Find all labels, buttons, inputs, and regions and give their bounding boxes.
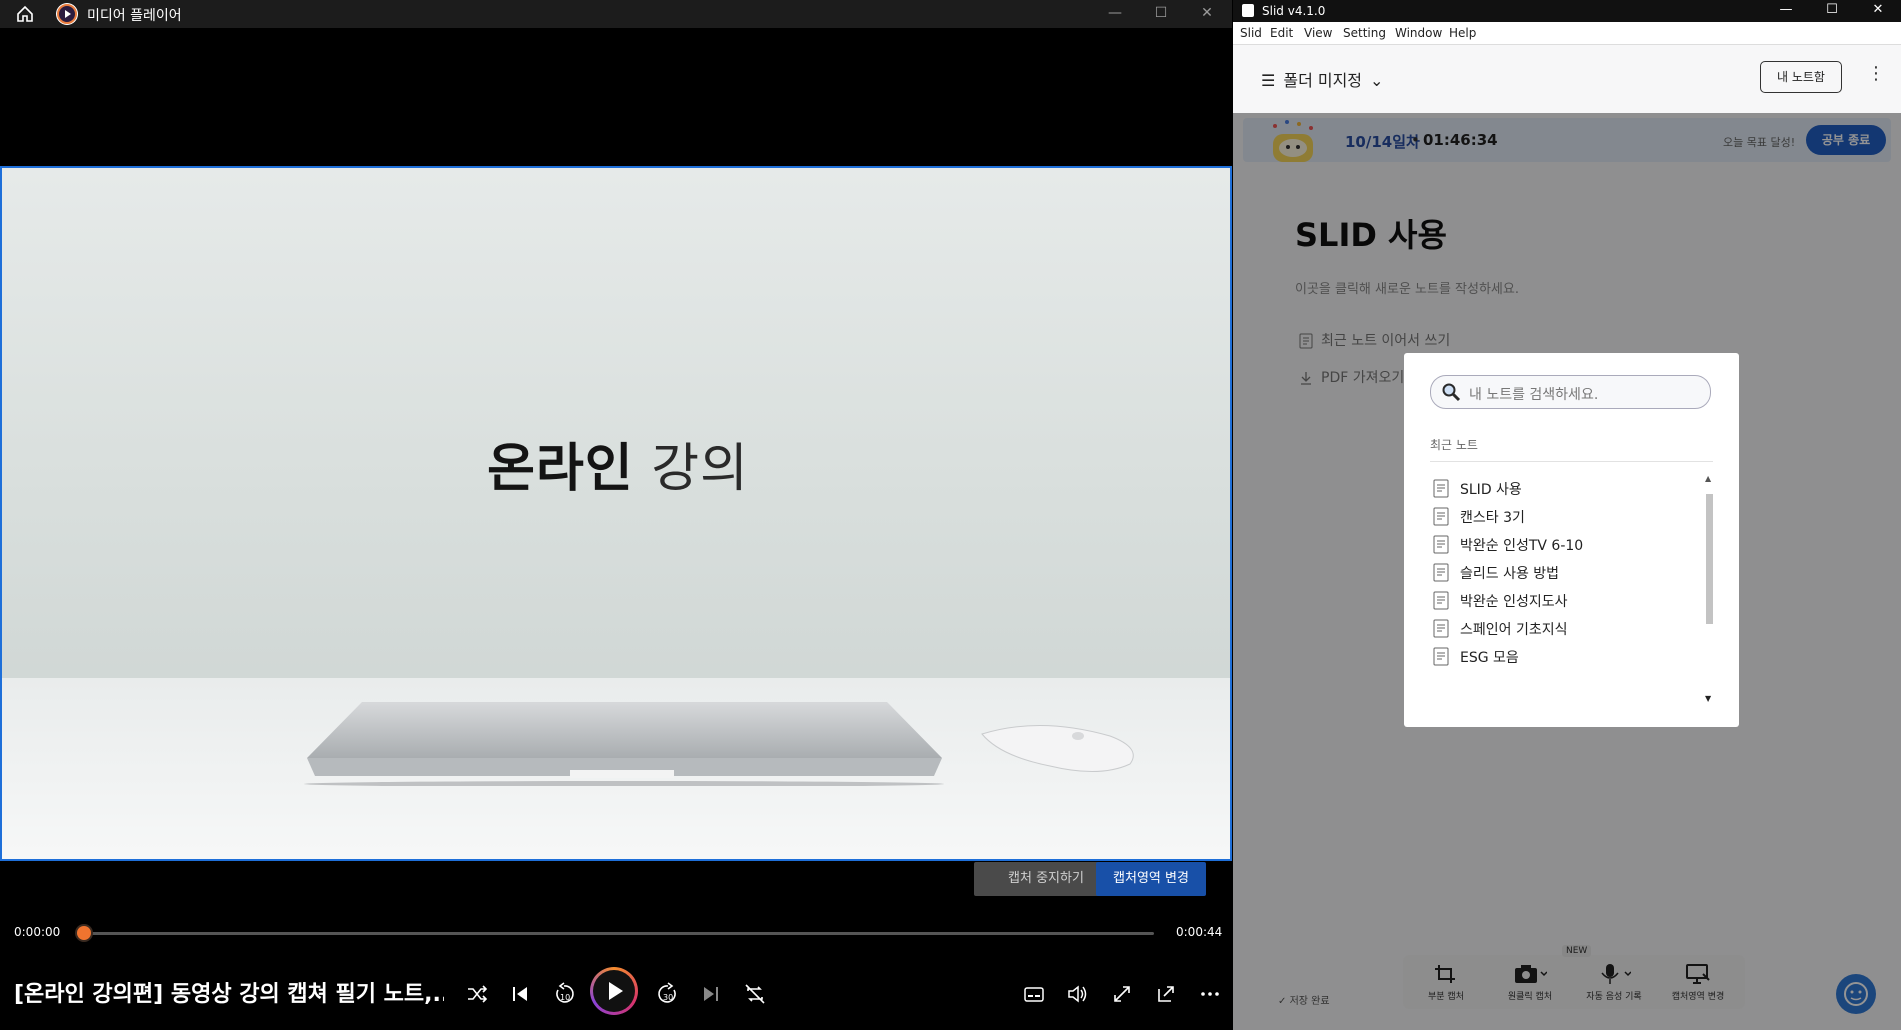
minimize-button[interactable]: — [1092, 0, 1138, 28]
more-options-icon[interactable] [1196, 980, 1224, 1008]
next-icon[interactable] [697, 980, 725, 1008]
repeat-off-icon[interactable] [741, 980, 769, 1008]
play-icon [609, 982, 623, 1000]
list-item-label: 박완순 인성지도사 [1460, 594, 1568, 610]
media-title: [온라인 강의편] 동영상 강의 캡쳐 필기 노트,... [14, 982, 444, 1007]
list-item-label: 슬리드 사용 방법 [1460, 566, 1560, 582]
slid-window: Slid v4.1.0 — ☐ ✕ Slid Edit View Setting… [1233, 0, 1901, 1030]
svg-text:30: 30 [663, 993, 673, 1002]
capture-area-change-button[interactable]: 캡처영역 변경 [1096, 862, 1206, 896]
chevron-down-icon: ⌄ [1370, 71, 1384, 90]
volume-icon[interactable] [1064, 980, 1092, 1008]
media-player-window: 미디어 플레이어 — ☐ ✕ 온라인 강의 캡처 중지하기 캡처영역 변경 0:… [0, 0, 1232, 1030]
scroll-down-icon[interactable]: ▼ [1705, 694, 1711, 703]
home-icon[interactable] [14, 3, 36, 25]
menu-edit[interactable]: Edit [1270, 26, 1293, 40]
slid-app-icon [1242, 4, 1254, 17]
laptop-image [304, 702, 944, 786]
list-item[interactable]: 스페인어 기초지식 [1430, 614, 1700, 642]
search-placeholder: 내 노트를 검색하세요. [1469, 387, 1599, 403]
list-item-label: 박완순 인성TV 6-10 [1460, 538, 1584, 554]
media-player-logo-icon [56, 3, 78, 25]
video-frame[interactable]: 온라인 강의 [0, 166, 1232, 861]
note-icon [1433, 647, 1449, 666]
list-item[interactable]: SLID 사용 [1430, 474, 1700, 502]
note-icon [1433, 507, 1449, 526]
note-icon [1433, 619, 1449, 638]
menu-window[interactable]: Window [1395, 26, 1442, 40]
previous-icon[interactable] [506, 980, 534, 1008]
play-button[interactable] [590, 967, 638, 1015]
close-button[interactable]: ✕ [1184, 0, 1230, 28]
seek-thumb[interactable] [77, 926, 91, 940]
menu-slid[interactable]: Slid [1240, 26, 1262, 40]
folder-selector[interactable]: ☰ 폴더 미지정 ⌄ [1261, 67, 1383, 91]
menu-help[interactable]: Help [1449, 26, 1476, 40]
list-item-label: 캔스타 3기 [1460, 510, 1525, 526]
menu-setting[interactable]: Setting [1343, 26, 1386, 40]
video-headline-bold: 온라인 [487, 439, 634, 499]
slid-window-title: Slid v4.1.0 [1262, 4, 1326, 18]
slid-minimize-button[interactable]: — [1763, 0, 1809, 22]
player-window-title: 미디어 플레이어 [87, 8, 182, 24]
note-icon [1433, 479, 1449, 498]
video-headline: 온라인 강의 [2, 426, 1230, 501]
subtitles-icon[interactable] [1020, 980, 1048, 1008]
slid-titlebar: Slid v4.1.0 — ☐ ✕ [1233, 0, 1901, 22]
list-item[interactable]: 캔스타 3기 [1430, 502, 1700, 530]
slid-header: ☰ 폴더 미지정 ⌄ 내 노트함 ⋮ [1233, 45, 1901, 113]
mouse-image [981, 725, 1134, 772]
kebab-menu-icon[interactable]: ⋮ [1867, 63, 1885, 84]
recent-notes-list: SLID 사용 캔스타 3기 박완순 인성TV 6-10 슬리드 사용 방법 박… [1430, 474, 1700, 706]
note-icon [1433, 535, 1449, 554]
list-item-label: ESG 모음 [1460, 650, 1519, 666]
recent-notes-divider [1430, 461, 1713, 462]
total-time: 0:00:44 [1176, 925, 1223, 939]
list-icon: ☰ [1261, 71, 1276, 90]
list-item[interactable]: 박완순 인성지도사 [1430, 586, 1700, 614]
scroll-up-icon[interactable]: ▲ [1705, 474, 1711, 483]
list-item-label: 스페인어 기초지식 [1460, 622, 1568, 638]
list-item[interactable]: ESG 모음 [1430, 642, 1700, 670]
note-icon [1433, 563, 1449, 582]
list-item[interactable]: 슬리드 사용 방법 [1430, 558, 1700, 586]
slid-maximize-button[interactable]: ☐ [1809, 0, 1855, 22]
forward-30-icon[interactable]: 30 [654, 980, 682, 1008]
my-notes-button[interactable]: 내 노트함 [1760, 61, 1842, 93]
play-button-inner [593, 970, 635, 1012]
rewind-10-icon[interactable]: 10 [550, 980, 578, 1008]
slid-close-button[interactable]: ✕ [1855, 0, 1901, 22]
list-item[interactable]: 박완순 인성TV 6-10 [1430, 530, 1700, 558]
slid-menubar: Slid Edit View Setting Window Help [1233, 22, 1901, 45]
scrollbar-thumb[interactable] [1706, 494, 1713, 624]
menu-view[interactable]: View [1304, 26, 1332, 40]
fullscreen-icon[interactable] [1108, 980, 1136, 1008]
shuffle-icon[interactable] [463, 980, 491, 1008]
mini-player-icon[interactable] [1152, 980, 1180, 1008]
player-titlebar: 미디어 플레이어 — ☐ ✕ [0, 0, 1232, 28]
svg-text:10: 10 [560, 993, 570, 1002]
note-search-modal: 내 노트를 검색하세요. 최근 노트 SLID 사용 캔스타 3기 박완순 인성… [1404, 353, 1739, 727]
seek-bar[interactable] [84, 932, 1154, 935]
video-headline-light: 강의 [651, 439, 749, 499]
list-item-label: SLID 사용 [1460, 482, 1522, 498]
search-icon [1442, 383, 1461, 402]
note-icon [1433, 591, 1449, 610]
folder-name: 폴더 미지정 [1283, 71, 1363, 90]
note-search-field[interactable]: 내 노트를 검색하세요. [1430, 375, 1711, 409]
maximize-button[interactable]: ☐ [1138, 0, 1184, 28]
notes-scrollbar[interactable]: ▲ ▼ [1703, 474, 1715, 706]
recent-notes-label: 최근 노트 [1430, 438, 1478, 452]
current-time: 0:00:00 [14, 925, 61, 939]
